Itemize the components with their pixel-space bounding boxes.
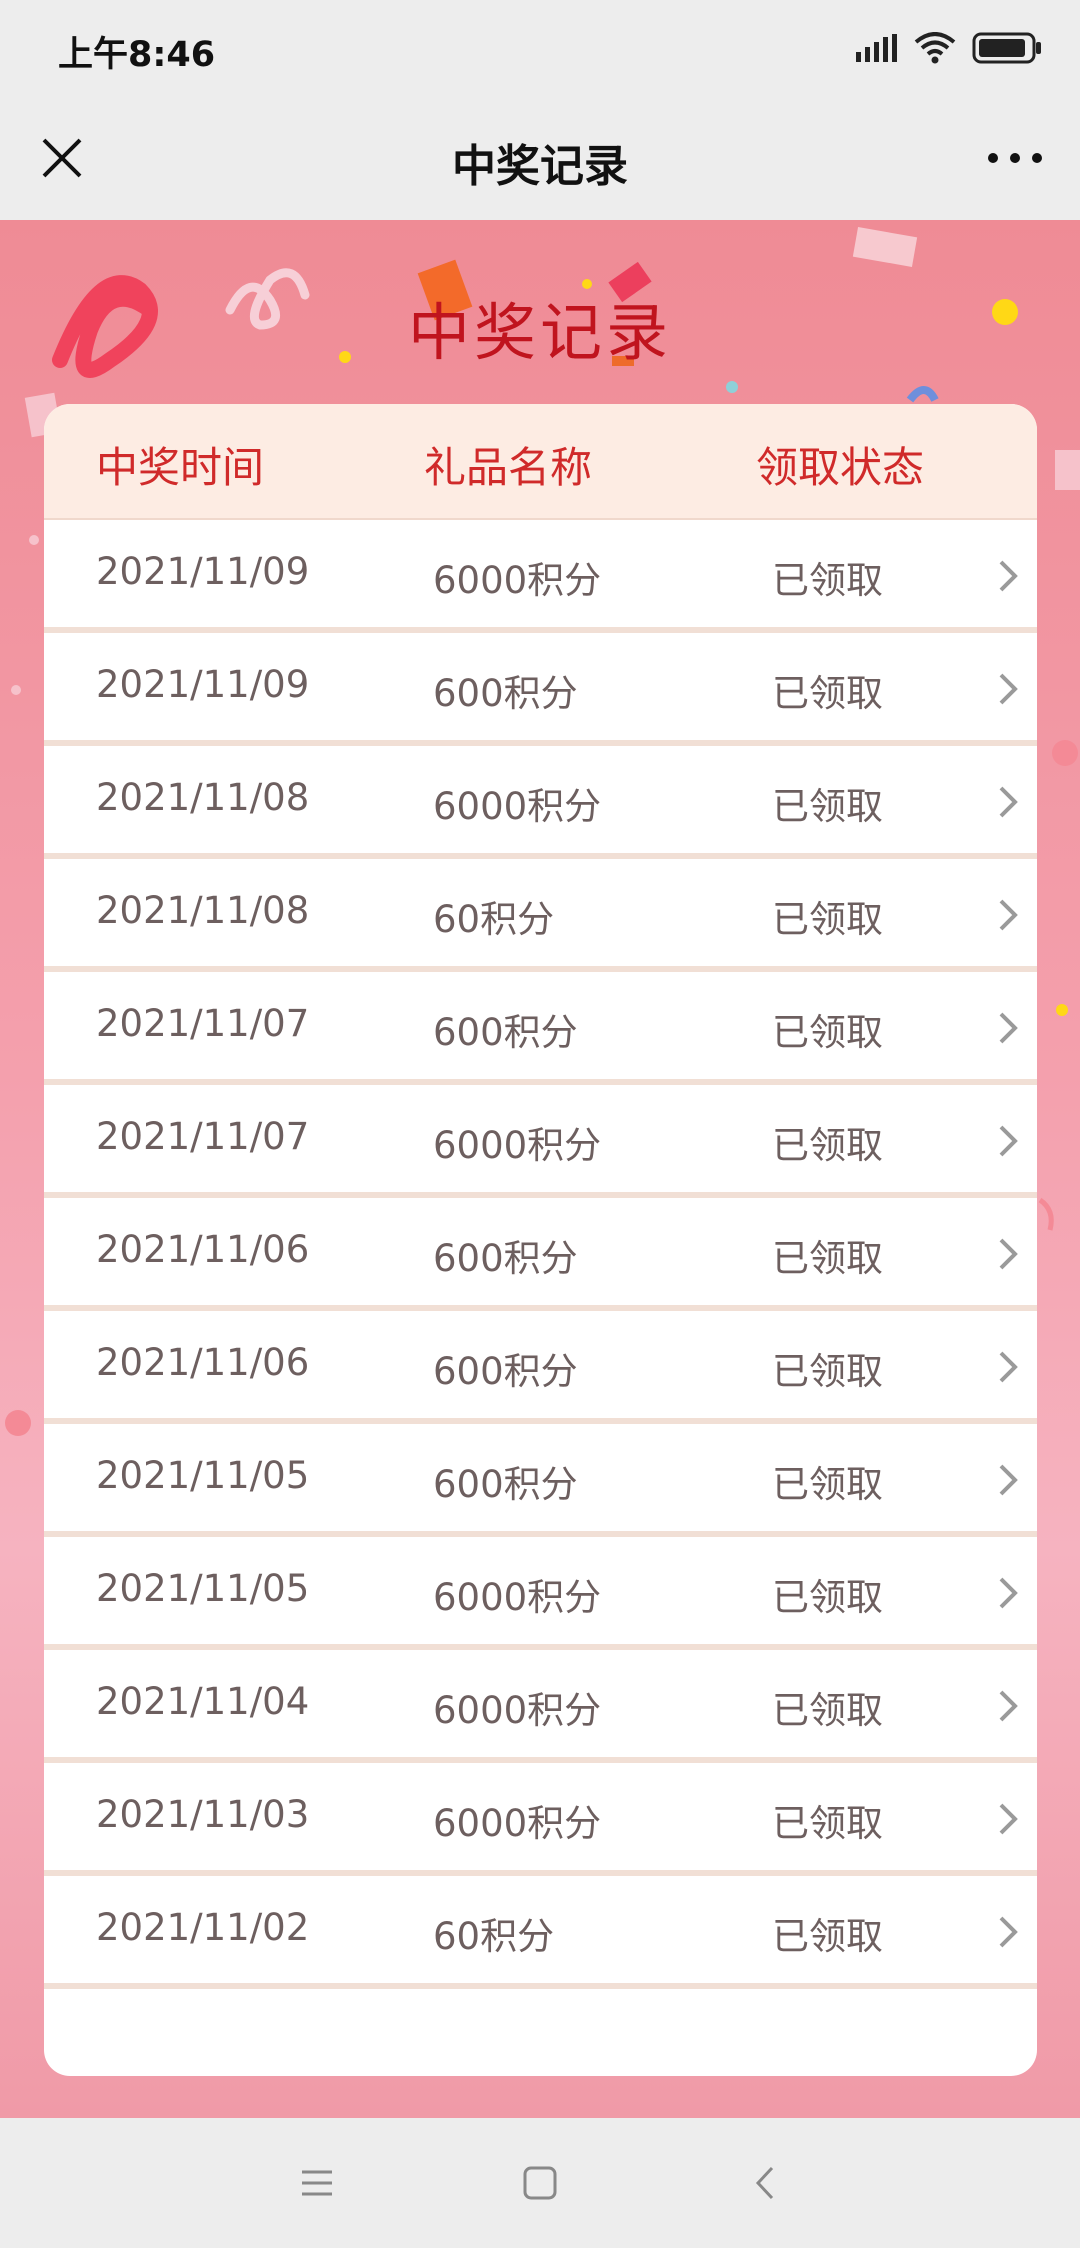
back-icon	[755, 2166, 774, 2200]
table-row[interactable]: 2021/11/06 600积分 已领取	[44, 1198, 1037, 1311]
row-status: 已领取	[772, 1237, 883, 1280]
table-row[interactable]: 2021/11/09 6000积分 已领取	[44, 520, 1037, 633]
chevron-right-icon	[999, 1012, 1018, 1044]
menu-icon	[302, 2170, 332, 2196]
table-row[interactable]: 2021/11/03 6000积分 已领取	[44, 1763, 1037, 1876]
row-date: 2021/11/09	[96, 550, 310, 593]
wifi-icon	[914, 32, 956, 64]
chevron-right-icon	[999, 1238, 1018, 1270]
home-button[interactable]	[515, 2158, 565, 2208]
row-gift: 600积分	[433, 1237, 578, 1280]
back-button[interactable]	[742, 2158, 792, 2208]
chevron-right-icon	[999, 899, 1018, 931]
home-icon	[523, 2166, 557, 2200]
row-gift: 6000积分	[433, 559, 602, 602]
records-list: 2021/11/09 6000积分 已领取 2021/11/09 600积分 已领取 202…	[44, 520, 1037, 2016]
table-row[interactable]: 2021/11/04 6000积分 已领取	[44, 1650, 1037, 1763]
row-gift: 600积分	[433, 1463, 578, 1506]
row-date: 2021/11/07	[96, 1002, 310, 1045]
table-row[interactable]: 2021/11/09 600积分 已领取	[44, 633, 1037, 746]
content-area: 中奖记录 中奖时间 礼品名称 领取状态 2021/11/09 6000积分 已领取 2…	[0, 220, 1080, 2118]
chevron-right-icon	[999, 1125, 1018, 1157]
status-icons	[856, 28, 1042, 68]
row-status: 已领取	[772, 785, 883, 828]
table-row[interactable]: 2021/11/05 6000积分 已领取	[44, 1537, 1037, 1650]
row-date: 2021/11/05	[96, 1567, 310, 1610]
row-status: 已领取	[772, 1915, 883, 1958]
header-status: 领取状态	[756, 443, 925, 492]
row-date: 2021/11/03	[96, 1793, 310, 1836]
row-status: 已领取	[772, 1350, 883, 1393]
row-gift: 6000积分	[433, 1802, 602, 1845]
table-header: 中奖时间 礼品名称 领取状态	[44, 404, 1037, 520]
row-gift: 6000积分	[433, 1576, 602, 1619]
row-status: 已领取	[772, 1124, 883, 1167]
row-date: 2021/11/08	[96, 889, 310, 932]
battery-icon	[972, 32, 1041, 64]
row-date: 2021/11/04	[96, 1680, 310, 1723]
table-row[interactable]: 2021/11/07 6000积分 已领取	[44, 1085, 1037, 1198]
row-status: 已领取	[772, 1689, 883, 1732]
table-row[interactable]: 2021/11/08 60积分 已领取	[44, 859, 1037, 972]
row-date: 2021/11/06	[96, 1228, 310, 1271]
status-bar: 上午8:46	[0, 0, 1080, 96]
row-status: 已领取	[772, 1463, 883, 1506]
status-time: 上午8:46	[58, 35, 216, 75]
chevron-right-icon	[999, 1803, 1018, 1835]
row-status: 已领取	[772, 898, 883, 941]
chevron-right-icon	[999, 1351, 1018, 1383]
table-row[interactable]: 2021/11/07 600积分 已领取	[44, 972, 1037, 1085]
row-gift: 600积分	[433, 672, 578, 715]
row-gift: 600积分	[433, 1350, 578, 1393]
row-date: 2021/11/09	[96, 663, 310, 706]
chevron-right-icon	[999, 786, 1018, 818]
nav-bar: 中奖记录	[0, 96, 1080, 220]
table-row[interactable]: 2021/11/08 6000积分 已领取	[44, 746, 1037, 859]
table-row[interactable]: 2021/11/06 600积分 已领取	[44, 1311, 1037, 1424]
signal-icon	[856, 34, 897, 62]
table-row[interactable]: 积分已领取	[44, 1989, 1037, 2016]
chevron-right-icon	[999, 673, 1018, 705]
records-card: 中奖时间 礼品名称 领取状态 2021/11/09 6000积分 已领取 2021/1…	[44, 404, 1037, 2076]
table-row[interactable]: 2021/11/02 60积分 已领取	[44, 1876, 1037, 1989]
system-nav-bar	[0, 2118, 1080, 2248]
row-gift: 6000积分	[433, 1689, 602, 1732]
header-gift: 礼品名称	[424, 443, 593, 492]
row-gift: 60积分	[433, 898, 555, 941]
row-gift: 600积分	[433, 1011, 578, 1054]
chevron-right-icon	[999, 1464, 1018, 1496]
chevron-right-icon	[999, 560, 1018, 592]
row-status: 已领取	[772, 1802, 883, 1845]
row-gift: 6000积分	[433, 1124, 602, 1167]
page-title: 中奖记录	[407, 296, 672, 369]
more-button[interactable]	[980, 126, 1050, 190]
row-date: 2021/11/06	[96, 1341, 310, 1384]
more-icon	[988, 153, 1042, 163]
chevron-right-icon	[999, 1690, 1018, 1722]
row-status: 已领取	[772, 672, 883, 715]
row-gift: 60积分	[433, 1915, 555, 1958]
table-row[interactable]: 2021/11/05 600积分 已领取	[44, 1424, 1037, 1537]
nav-title: 中奖记录	[452, 141, 628, 192]
row-status: 已领取	[772, 1576, 883, 1619]
row-status: 已领取	[772, 559, 883, 602]
chevron-right-icon	[999, 1916, 1018, 1948]
row-date: 2021/11/02	[96, 1906, 310, 1949]
row-gift: 6000积分	[433, 785, 602, 828]
menu-button[interactable]	[292, 2158, 342, 2208]
row-date: 2021/11/08	[96, 776, 310, 819]
row-status: 已领取	[772, 1011, 883, 1054]
row-date: 2021/11/05	[96, 1454, 310, 1497]
chevron-right-icon	[999, 1577, 1018, 1609]
row-date: 2021/11/07	[96, 1115, 310, 1158]
header-time: 中奖时间	[96, 443, 265, 492]
